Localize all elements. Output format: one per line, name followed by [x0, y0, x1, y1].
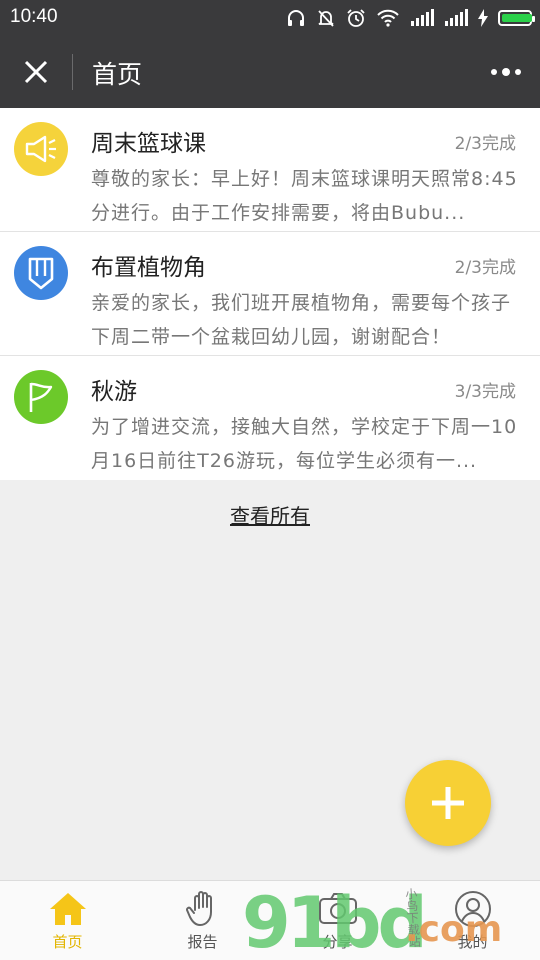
tab-home[interactable]: 首页 — [0, 881, 135, 960]
item-status: 2/3完成 — [454, 134, 516, 154]
view-all-container: 查看所有 — [0, 500, 540, 529]
flag-icon — [14, 370, 68, 424]
title-divider — [72, 54, 73, 90]
charging-icon — [478, 7, 488, 29]
alarm-icon — [346, 7, 366, 29]
hand-icon — [185, 889, 220, 929]
item-status: 2/3完成 — [454, 258, 516, 278]
mute-bell-icon — [316, 7, 336, 29]
view-all-link[interactable]: 查看所有 — [230, 504, 310, 528]
plus-icon — [432, 787, 464, 819]
list-item[interactable]: 秋游 3/3完成 为了增进交流，接触大自然，学校定于下周一10月16日前往T26… — [0, 356, 540, 480]
page-title: 首页 — [92, 60, 143, 89]
signal-icon — [410, 7, 434, 29]
watermark: 91bd 小鸟下载站 .com — [242, 887, 502, 958]
home-icon — [48, 889, 88, 929]
battery-icon — [498, 7, 535, 29]
more-icon-dot — [502, 68, 510, 76]
pencil-icon — [14, 246, 68, 300]
wifi-icon — [376, 7, 400, 29]
more-icon-dot — [515, 69, 521, 75]
item-status: 3/3完成 — [454, 382, 516, 402]
megaphone-icon — [14, 122, 68, 176]
status-bar: 10:40 — [0, 0, 540, 36]
status-time: 10:40 — [10, 6, 58, 27]
more-button[interactable] — [484, 56, 528, 88]
close-icon — [24, 60, 48, 84]
status-icons — [286, 7, 535, 29]
list-item[interactable]: 周末篮球课 2/3完成 尊敬的家长：早上好！周末篮球课明天照常8:45分进行。由… — [0, 108, 540, 232]
item-description: 为了增进交流，接触大自然，学校定于下周一10月16日前往T26游玩，每位学生必须… — [91, 416, 518, 472]
item-description: 亲爱的家长，我们班开展植物角，需要每个孩子下周二带一个盆栽回幼儿园，谢谢配合！ — [91, 292, 512, 348]
watermark-main: 91bd — [242, 882, 428, 960]
tab-label: 报告 — [187, 933, 218, 951]
close-button[interactable] — [14, 50, 58, 94]
headphones-icon — [286, 7, 306, 29]
tab-label: 首页 — [52, 933, 83, 951]
item-title: 布置植物角 — [91, 255, 206, 281]
item-description: 尊敬的家长：早上好！周末篮球课明天照常8:45分进行。由于工作安排需要，将由Bu… — [91, 168, 518, 224]
item-title: 秋游 — [91, 379, 137, 405]
title-bar: 首页 — [0, 36, 540, 108]
signal-icon-2 — [444, 7, 468, 29]
watermark-domain: .com — [405, 909, 503, 950]
list-item[interactable]: 布置植物角 2/3完成 亲爱的家长，我们班开展植物角，需要每个孩子下周二带一个盆… — [0, 232, 540, 356]
notice-list: 周末篮球课 2/3完成 尊敬的家长：早上好！周末篮球课明天照常8:45分进行。由… — [0, 108, 540, 480]
add-button[interactable] — [405, 760, 491, 846]
more-icon — [491, 69, 497, 75]
item-title: 周末篮球课 — [91, 131, 206, 157]
